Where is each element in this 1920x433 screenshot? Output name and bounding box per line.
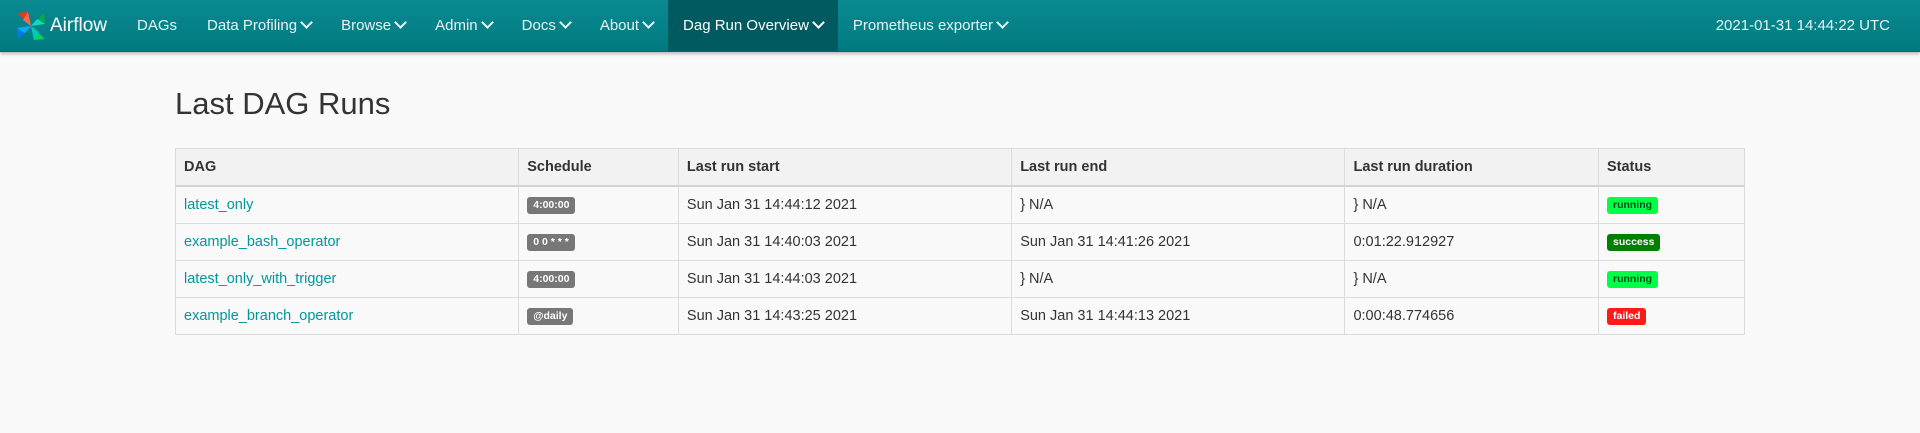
column-header-dag[interactable]: DAG <box>174 148 520 187</box>
nav-item-label: Browse <box>341 17 392 34</box>
last-run-end-cell: } N/A <box>1011 185 1346 224</box>
nav-item-label: Data Profiling <box>207 17 298 34</box>
schedule-badge: 0 0 * * * <box>527 234 575 251</box>
status-cell: running <box>1597 260 1746 298</box>
table-row: latest_only 4:00:00 Sun Jan 31 14:44:12 20… <box>174 185 1746 224</box>
column-header-status[interactable]: Status <box>1597 148 1746 187</box>
last-run-end-cell: } N/A <box>1011 260 1346 298</box>
dag-cell: latest_only_with_trigger <box>174 260 520 298</box>
chevron-down-icon <box>642 16 655 29</box>
column-header-last-run-end[interactable]: Last run end <box>1011 148 1346 187</box>
dag-cell: example_bash_operator <box>174 223 520 261</box>
status-cell: failed <box>1597 297 1746 335</box>
schedule-cell: 4:00:00 <box>518 185 679 224</box>
nav-item-browse[interactable]: Browse <box>326 0 420 51</box>
dag-link[interactable]: example_branch_operator <box>184 308 353 324</box>
nav-item-admin[interactable]: Admin <box>420 0 507 51</box>
top-navbar: Airflow DAGs Data Profiling Browse Admin Doc… <box>0 0 1920 52</box>
airflow-logo-icon <box>17 11 45 40</box>
last-run-end-cell: Sun Jan 31 14:41:26 2021 <box>1011 223 1346 261</box>
column-header-schedule[interactable]: Schedule <box>518 148 679 187</box>
nav-item-label: Admin <box>435 17 478 34</box>
last-run-duration-cell: 0:00:48.774656 <box>1344 297 1599 335</box>
dag-cell: latest_only <box>174 185 520 224</box>
dag-link[interactable]: latest_only_with_trigger <box>184 271 336 287</box>
last-run-duration-cell: 0:01:22.912927 <box>1344 223 1599 261</box>
last-run-start-cell: Sun Jan 31 14:44:12 2021 <box>677 185 1013 224</box>
column-header-last-run-start[interactable]: Last run start <box>677 148 1013 187</box>
table-row: latest_only_with_trigger 4:00:00 Sun Jan 3… <box>174 260 1746 298</box>
nav-item-data-profiling[interactable]: Data Profiling <box>192 0 326 51</box>
last-run-start-cell: Sun Jan 31 14:44:03 2021 <box>677 260 1013 298</box>
main-content: Last DAG Runs DAG Schedule Last run start L… <box>174 86 1746 335</box>
last-run-start-cell: Sun Jan 31 14:40:03 2021 <box>677 223 1013 261</box>
status-badge: running <box>1606 197 1659 214</box>
table-header-row: DAG Schedule Last run start Last run end Las… <box>174 148 1746 187</box>
schedule-cell: 4:00:00 <box>518 260 679 298</box>
table-row: example_branch_operator @daily Sun Jan 31 … <box>174 297 1746 335</box>
last-run-start-cell: Sun Jan 31 14:43:25 2021 <box>677 297 1013 335</box>
status-badge: success <box>1606 234 1661 251</box>
status-cell: running <box>1597 185 1746 224</box>
brand-name: Airflow <box>50 14 108 36</box>
dag-link[interactable]: example_bash_operator <box>184 234 340 250</box>
chevron-down-icon <box>480 16 494 29</box>
schedule-badge: 4:00:00 <box>527 197 576 214</box>
dag-cell: example_branch_operator <box>174 297 520 335</box>
server-clock: 2021-01-31 14:44:22 UTC <box>1715 17 1890 34</box>
column-header-last-run-duration[interactable]: Last run duration <box>1344 148 1599 187</box>
table-row: example_bash_operator 0 0 * * * Sun Jan 31… <box>174 223 1746 261</box>
nav-item-dag-run-overview[interactable]: Dag Run Overview <box>668 0 838 51</box>
dag-runs-table: DAG Schedule Last run start Last run end Las… <box>174 148 1746 335</box>
nav-item-label: DAGs <box>137 17 178 34</box>
chevron-down-icon <box>996 16 1009 29</box>
last-run-duration-cell: } N/A <box>1344 185 1599 224</box>
last-run-duration-cell: } N/A <box>1344 260 1599 298</box>
chevron-down-icon <box>394 16 407 29</box>
nav-item-dags[interactable]: DAGs <box>122 0 192 51</box>
nav-item-label: Prometheus exporter <box>852 17 993 34</box>
nav-item-label: Dag Run Overview <box>683 17 809 34</box>
nav-item-about[interactable]: About <box>585 0 668 51</box>
schedule-cell: @daily <box>518 297 679 335</box>
status-badge: running <box>1606 271 1659 288</box>
chevron-down-icon <box>300 16 313 29</box>
nav-item-docs[interactable]: Docs <box>507 0 585 51</box>
status-badge: failed <box>1606 308 1647 325</box>
schedule-badge: 4:00:00 <box>527 271 576 288</box>
schedule-cell: 0 0 * * * <box>518 223 679 261</box>
nav-item-prometheus-exporter[interactable]: Prometheus exporter <box>838 0 1022 51</box>
nav-item-label: About <box>599 17 640 34</box>
status-cell: success <box>1597 223 1746 261</box>
page-title: Last DAG Runs <box>175 86 391 121</box>
chevron-down-icon <box>558 16 572 29</box>
dag-link[interactable]: latest_only <box>184 197 253 213</box>
nav-item-label: Docs <box>521 17 556 34</box>
last-run-end-cell: Sun Jan 31 14:44:13 2021 <box>1011 297 1346 335</box>
main-nav: DAGs Data Profiling Browse Admin Docs About Da… <box>122 0 1022 51</box>
chevron-down-icon <box>812 16 825 29</box>
schedule-badge: @daily <box>527 308 574 325</box>
brand-link[interactable]: Airflow <box>0 0 122 51</box>
